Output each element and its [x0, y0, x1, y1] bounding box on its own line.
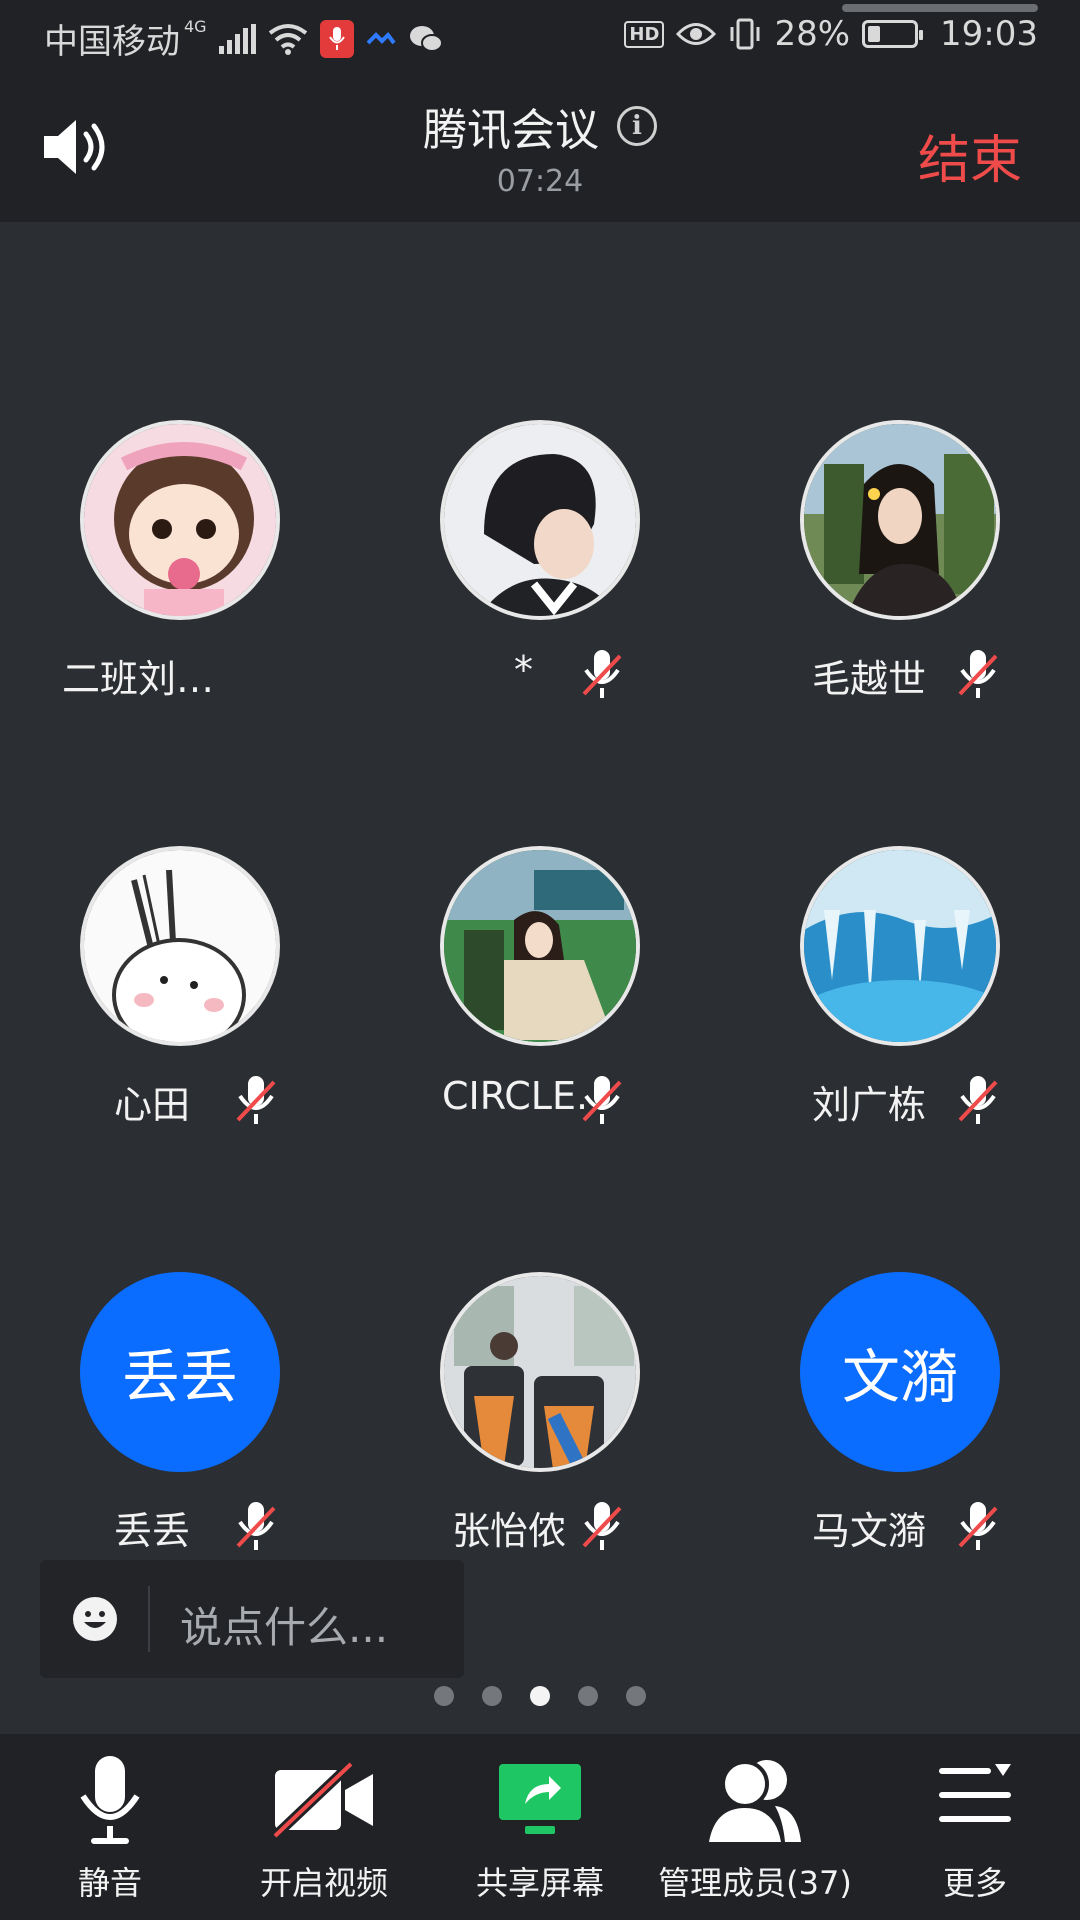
- participant-name: 心田: [114, 1083, 191, 1127]
- mic-muted-icon: [582, 650, 622, 698]
- participant-tile[interactable]: CIRCLE.: [400, 846, 680, 1146]
- mic-muted-icon: [958, 1502, 998, 1550]
- carrier-name: 中国移动: [44, 22, 180, 62]
- chat-placeholder[interactable]: 说点什么...: [180, 1594, 388, 1655]
- top-indicator: [842, 4, 1038, 12]
- participant-tile[interactable]: 文漪 马文漪: [760, 1272, 1040, 1572]
- avatar: [800, 420, 1000, 620]
- clock-time: 19:03: [940, 14, 1038, 54]
- wechat-icon: [409, 25, 443, 52]
- mic-muted-icon: [236, 1502, 276, 1550]
- bottom-toolbar: 静音 开启视频 共享屏幕 管理成员(37) 更多: [0, 1734, 1080, 1920]
- share-screen-icon: [499, 1764, 581, 1834]
- hd-badge: HD: [624, 20, 665, 48]
- participant-tile[interactable]: 丢丢 丢丢: [40, 1272, 320, 1572]
- network-type: 4G: [184, 17, 207, 36]
- avatar: [80, 846, 280, 1046]
- more-menu-icon: [939, 1764, 1011, 1822]
- eye-icon: [676, 23, 717, 45]
- mic-muted-icon: [958, 1076, 998, 1124]
- page-dot[interactable]: [482, 1686, 502, 1706]
- avatar: [440, 1272, 640, 1472]
- avatar-initials: 文漪: [800, 1272, 1000, 1472]
- participant-name: 丢丢: [114, 1509, 191, 1553]
- participant-tile[interactable]: 张怡侬: [400, 1272, 680, 1572]
- video-label: 开启视频: [259, 1864, 388, 1902]
- chat-input-bar[interactable]: 说点什么...: [40, 1560, 464, 1678]
- participant-tile[interactable]: 心田: [40, 846, 320, 1146]
- participant-name: 张怡侬: [452, 1509, 567, 1553]
- more-button[interactable]: 更多: [900, 1734, 1050, 1920]
- mic-muted-icon: [582, 1076, 622, 1124]
- battery-icon: [862, 20, 924, 48]
- vibrate-icon: [730, 18, 760, 50]
- mute-button[interactable]: 静音: [30, 1734, 190, 1920]
- participant-name: 二班刘…: [62, 657, 215, 701]
- avatar: [440, 420, 640, 620]
- page-dot[interactable]: [626, 1686, 646, 1706]
- members-label: 管理成员(37): [658, 1864, 852, 1902]
- emoji-icon[interactable]: [72, 1596, 118, 1642]
- participant-tile[interactable]: 二班刘…: [40, 420, 320, 720]
- avatar: [80, 420, 280, 620]
- page-dot[interactable]: [578, 1686, 598, 1706]
- mic-muted-icon: [582, 1502, 622, 1550]
- start-video-button[interactable]: 开启视频: [234, 1734, 414, 1920]
- meeting-app-icon: [366, 31, 396, 44]
- info-icon[interactable]: i: [617, 106, 657, 146]
- mic-muted-icon: [958, 650, 998, 698]
- page-dot-active[interactable]: [530, 1686, 550, 1706]
- more-label: 更多: [942, 1864, 1007, 1902]
- page-dot[interactable]: [434, 1686, 454, 1706]
- battery-percent: 28%: [774, 14, 851, 54]
- status-bar: 中国移动 4G HD 28% 19:03: [0, 0, 1080, 74]
- members-icon: [709, 1760, 801, 1842]
- wifi-icon: [268, 23, 307, 55]
- meeting-title: 腾讯会议: [423, 105, 599, 156]
- microphone-icon: [80, 1756, 140, 1844]
- video-off-icon: [271, 1760, 373, 1840]
- avatar: [440, 846, 640, 1046]
- manage-members-button[interactable]: 管理成员(37): [650, 1734, 860, 1920]
- participant-tile[interactable]: 刘广栋: [760, 846, 1040, 1146]
- participant-name: 毛越世: [812, 657, 927, 701]
- participant-name: 马文漪: [812, 1509, 927, 1553]
- avatar: [800, 846, 1000, 1046]
- mute-label: 静音: [77, 1864, 142, 1902]
- participant-name: 刘广栋: [812, 1083, 927, 1127]
- participant-name: *: [514, 648, 533, 692]
- avatar-initials: 丢丢: [80, 1272, 280, 1472]
- participant-name: CIRCLE.: [442, 1074, 589, 1118]
- end-meeting-button[interactable]: 结束: [918, 118, 1022, 193]
- mic-muted-icon: [236, 1076, 276, 1124]
- recording-mic-icon: [319, 19, 354, 58]
- page-indicator: [0, 1686, 1080, 1706]
- divider: [148, 1586, 150, 1652]
- share-label: 共享屏幕: [475, 1864, 604, 1902]
- participant-tile[interactable]: *: [400, 420, 680, 720]
- participant-tile[interactable]: 毛越世: [760, 420, 1040, 720]
- signal-icon: [218, 23, 256, 54]
- meeting-header: 腾讯会议 i 07:24 结束: [0, 74, 1080, 222]
- share-screen-button[interactable]: 共享屏幕: [460, 1734, 620, 1920]
